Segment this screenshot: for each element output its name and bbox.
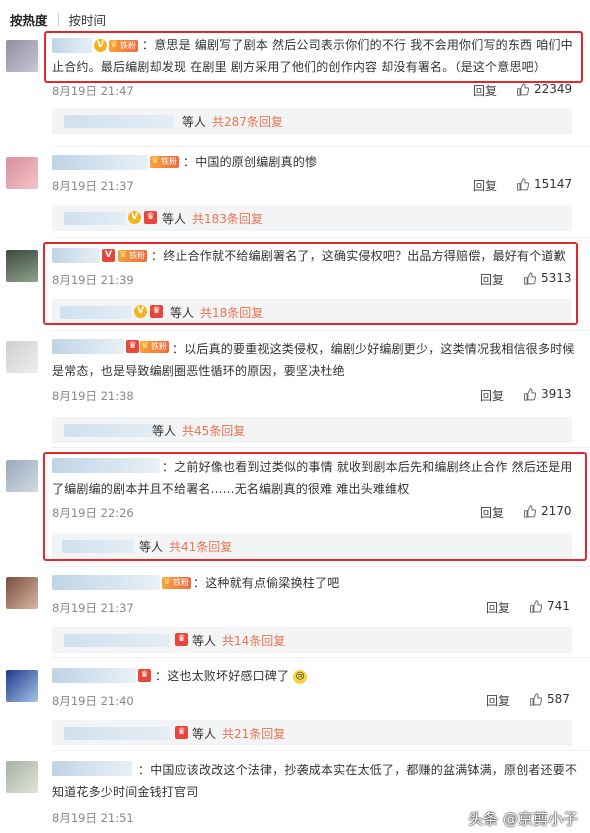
comment-time: 8月19日 21:37 (52, 601, 134, 615)
comment-text-line: ：中国的原创编剧真的惨 (183, 155, 318, 169)
avatar[interactable] (6, 157, 38, 189)
fan-badge-icon: 铁粉 (162, 576, 191, 589)
comment-item: ♛ ：这也太败坏好感口碑了 😢 8月19日 21:40 回复 587 ♛ 等人共… (0, 658, 590, 750)
comment-text-line: ：这种就有点偷梁换柱了吧 (193, 576, 340, 590)
comment-time: 8月19日 21:51 (52, 811, 134, 825)
comment-time: 8月19日 21:47 (52, 84, 134, 98)
like-count: 22349 (534, 82, 573, 96)
comment-item: 铁粉 ：中国的原创编剧真的惨 8月19日 21:37 回复 15147 V ♛ … (0, 147, 590, 237)
sad-face-emoji-icon: 😢 (293, 669, 308, 684)
reply-user-names (64, 212, 126, 225)
fan-crown-icon: ♛ (138, 669, 151, 682)
username[interactable] (52, 761, 132, 776)
like-count: 741 (547, 599, 570, 613)
sort-tabs: 按热度 按时间 (10, 9, 106, 29)
like-button[interactable]: 3913 (523, 387, 572, 401)
fan-crown-icon: ♛ (175, 726, 188, 739)
username[interactable] (52, 575, 160, 590)
view-replies-link[interactable]: 共183条回复 (192, 212, 263, 226)
avatar[interactable] (6, 250, 38, 282)
comment-text-line: 是常态，也是导致编剧圈恶性循环的原因，要坚决杜绝 (52, 364, 345, 378)
fan-crown-icon: ♛ (144, 211, 157, 224)
like-count: 587 (547, 692, 570, 706)
comment-text-line: ：以后真的要重视这类侵权，编剧少好编剧更少，这类情况我相信很多时候 (172, 342, 575, 356)
sub-replies-summary: 等人 共45条回复 (152, 422, 245, 439)
sub-replies-bar[interactable]: ♛ 等人 共21条回复 (52, 720, 572, 746)
comment-text-line: ：这也太败坏好感口碑了 😢 (155, 666, 308, 686)
tab-sort-hot[interactable]: 按热度 (10, 10, 48, 29)
view-replies-link[interactable]: 共287条回复 (212, 115, 283, 129)
avatar[interactable] (6, 341, 38, 373)
comment-time: 8月19日 21:38 (52, 389, 134, 403)
sub-replies-suffix: 等人 (182, 115, 207, 129)
view-replies-link[interactable]: 共21条回复 (222, 727, 285, 741)
like-button[interactable]: 741 (529, 599, 570, 613)
reply-button[interactable]: 回复 (486, 599, 510, 616)
reply-button[interactable]: 回复 (473, 82, 497, 99)
sub-replies-suffix: 等人 (152, 424, 177, 438)
reply-button[interactable]: 回复 (486, 692, 510, 709)
sub-replies-summary: 等人 共14条回复 (192, 632, 285, 649)
thumbs-up-icon (524, 387, 536, 401)
tab-divider (57, 12, 59, 26)
watermark-text: 头条 @京剪小子 (468, 810, 578, 828)
username[interactable] (52, 339, 124, 354)
thumbs-up-icon (530, 692, 542, 706)
fan-badge-icon: 铁粉 (140, 340, 169, 353)
reply-button[interactable]: 回复 (473, 177, 497, 194)
fan-crown-icon: ♛ (175, 633, 188, 646)
like-button[interactable]: 22349 (516, 82, 572, 96)
like-count: 3913 (541, 387, 572, 401)
fan-crown-icon: ♛ (126, 340, 139, 353)
comment-time: 8月19日 21:37 (52, 179, 134, 193)
username[interactable] (52, 155, 148, 170)
comment-item: ♛ 铁粉 ：以后真的要重视这类侵权，编剧少好编剧更少，这类情况我相信很多时候 是… (0, 331, 590, 447)
thumbs-up-icon (517, 177, 529, 191)
tab-sort-time[interactable]: 按时间 (69, 10, 107, 29)
highlight-box (43, 242, 578, 325)
avatar[interactable] (6, 40, 38, 72)
reply-user-names (64, 424, 164, 437)
highlight-box (44, 31, 583, 83)
reply-button[interactable]: 回复 (480, 387, 504, 404)
username[interactable] (52, 668, 136, 683)
like-count: 15147 (534, 177, 573, 191)
avatar[interactable] (6, 460, 38, 492)
sub-replies-summary: 等人 共287条回复 (182, 113, 283, 130)
sub-replies-summary: 等人 共183条回复 (162, 210, 263, 227)
reply-user-names (64, 115, 174, 128)
sub-replies-bar[interactable]: 等人 共287条回复 (52, 108, 572, 134)
highlight-box (43, 452, 587, 561)
avatar[interactable] (6, 670, 38, 702)
sub-replies-suffix: 等人 (162, 212, 187, 226)
like-button[interactable]: 587 (529, 692, 570, 706)
comment-text: ：这也太败坏好感口碑了 (155, 669, 290, 683)
reply-user-names (64, 727, 170, 740)
comment-text-line: 知道花多少时间金钱打官司 (52, 785, 199, 799)
comment-text-line: ：中国应该改改这个法律，抄袭成本实在太低了，都赚的盆满钵满，原创者还要不 (138, 763, 578, 777)
sub-replies-bar[interactable]: V ♛ 等人 共183条回复 (52, 205, 572, 231)
reply-user-names (64, 634, 170, 647)
sub-replies-suffix: 等人 (192, 727, 217, 741)
v-badge-icon: V (128, 211, 141, 224)
avatar[interactable] (6, 761, 38, 793)
sub-replies-suffix: 等人 (192, 634, 217, 648)
sub-replies-summary: 等人 共21条回复 (192, 725, 285, 742)
avatar[interactable] (6, 577, 38, 609)
view-replies-link[interactable]: 共45条回复 (182, 424, 245, 438)
fan-badge-icon: 铁粉 (150, 155, 179, 168)
comment-item: 铁粉 ：这种就有点偷梁换柱了吧 8月19日 21:37 回复 741 ♛ 等人共… (0, 567, 590, 657)
sub-replies-bar[interactable]: ♛ 等人 共14条回复 (52, 627, 572, 653)
view-replies-link[interactable]: 共14条回复 (222, 634, 285, 648)
comment-time: 8月19日 21:40 (52, 694, 134, 708)
like-button[interactable]: 15147 (516, 177, 572, 191)
thumbs-up-icon (530, 599, 542, 613)
thumbs-up-icon (517, 82, 529, 96)
sub-replies-bar[interactable]: 等人 共45条回复 (52, 417, 572, 443)
